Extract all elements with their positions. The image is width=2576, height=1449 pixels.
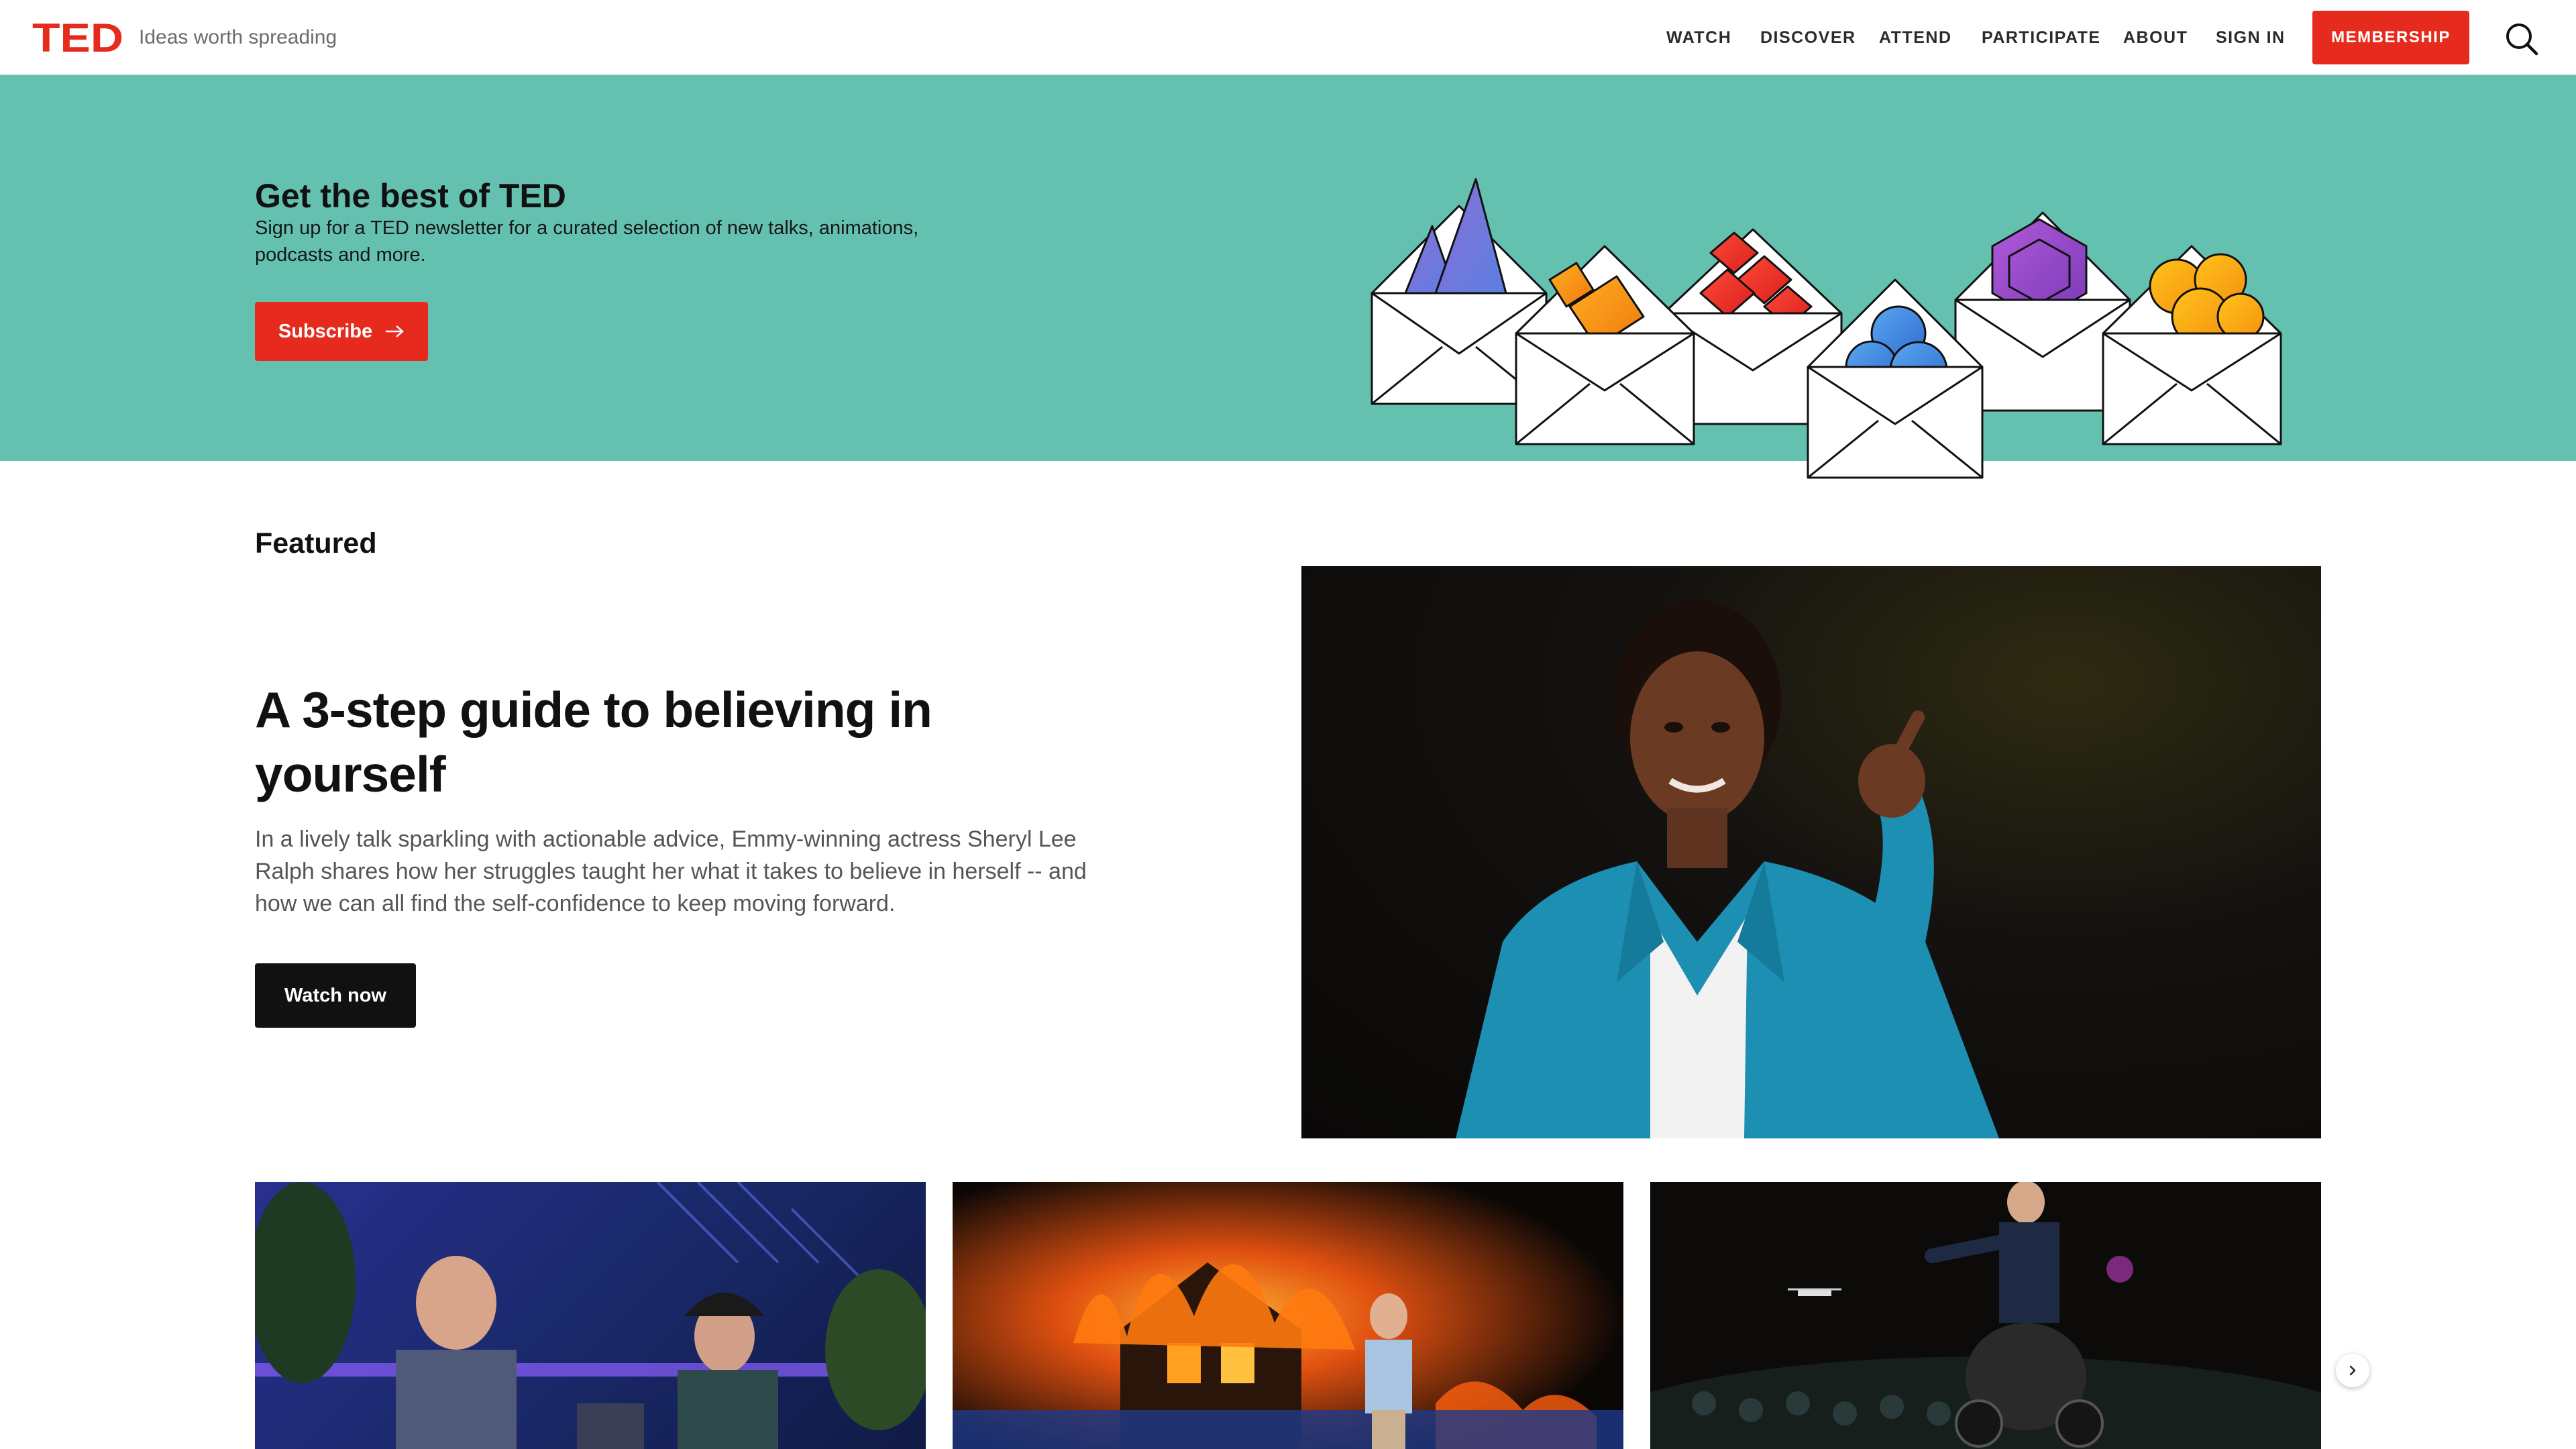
nav-discover[interactable]: DISCOVER bbox=[1760, 25, 1856, 50]
subscribe-button[interactable]: Subscribe bbox=[255, 302, 428, 361]
featured-talk-image[interactable] bbox=[1301, 566, 2321, 1138]
banner-description: Sign up for a TED newsletter for a curat… bbox=[255, 217, 919, 266]
talk-card[interactable] bbox=[255, 1182, 926, 1449]
featured-heading: Featured bbox=[255, 527, 377, 559]
drone-stage-speaker-photo bbox=[1650, 1182, 2321, 1449]
envelopes-illustration bbox=[1371, 178, 2282, 479]
featured-talk-description: In a lively talk sparkling with actionab… bbox=[255, 826, 1087, 916]
watch-now-button[interactable]: Watch now bbox=[255, 963, 416, 1028]
chevron-right-icon bbox=[2349, 1365, 2356, 1376]
site-header: TED Ideas worth spreading WATCH DISCOVER… bbox=[0, 0, 2576, 75]
nav-watch[interactable]: WATCH bbox=[1666, 25, 1731, 50]
burning-house-speaker-photo bbox=[953, 1182, 1623, 1449]
logo-text: TED bbox=[32, 20, 123, 55]
nav-sign-in[interactable]: SIGN IN bbox=[2216, 25, 2286, 50]
featured-talk-title[interactable]: A 3-step guide to believing in yourself bbox=[255, 678, 1100, 806]
nav-attend[interactable]: ATTEND bbox=[1879, 25, 1952, 50]
nav-participate[interactable]: PARTICIPATE bbox=[1982, 25, 2101, 50]
newsletter-banner: Get the best of TED Sign up for a TED ne… bbox=[0, 75, 2576, 479]
search-icon[interactable] bbox=[2504, 21, 2540, 57]
talk-card[interactable] bbox=[1650, 1182, 2321, 1449]
arrow-right-icon bbox=[386, 325, 404, 337]
carousel-next-button[interactable] bbox=[2336, 1354, 2369, 1387]
banner-title: Get the best of TED bbox=[255, 177, 566, 215]
tagline: Ideas worth spreading bbox=[139, 26, 337, 48]
talk-card[interactable] bbox=[953, 1182, 1623, 1449]
subscribe-label: Subscribe bbox=[278, 320, 373, 342]
ted-logo[interactable]: TED bbox=[32, 20, 126, 55]
speaker-illustration bbox=[1456, 600, 1999, 1138]
membership-button[interactable]: MEMBERSHIP bbox=[2312, 11, 2469, 64]
interview-stage-photo bbox=[255, 1182, 926, 1449]
nav-about[interactable]: ABOUT bbox=[2123, 25, 2188, 50]
